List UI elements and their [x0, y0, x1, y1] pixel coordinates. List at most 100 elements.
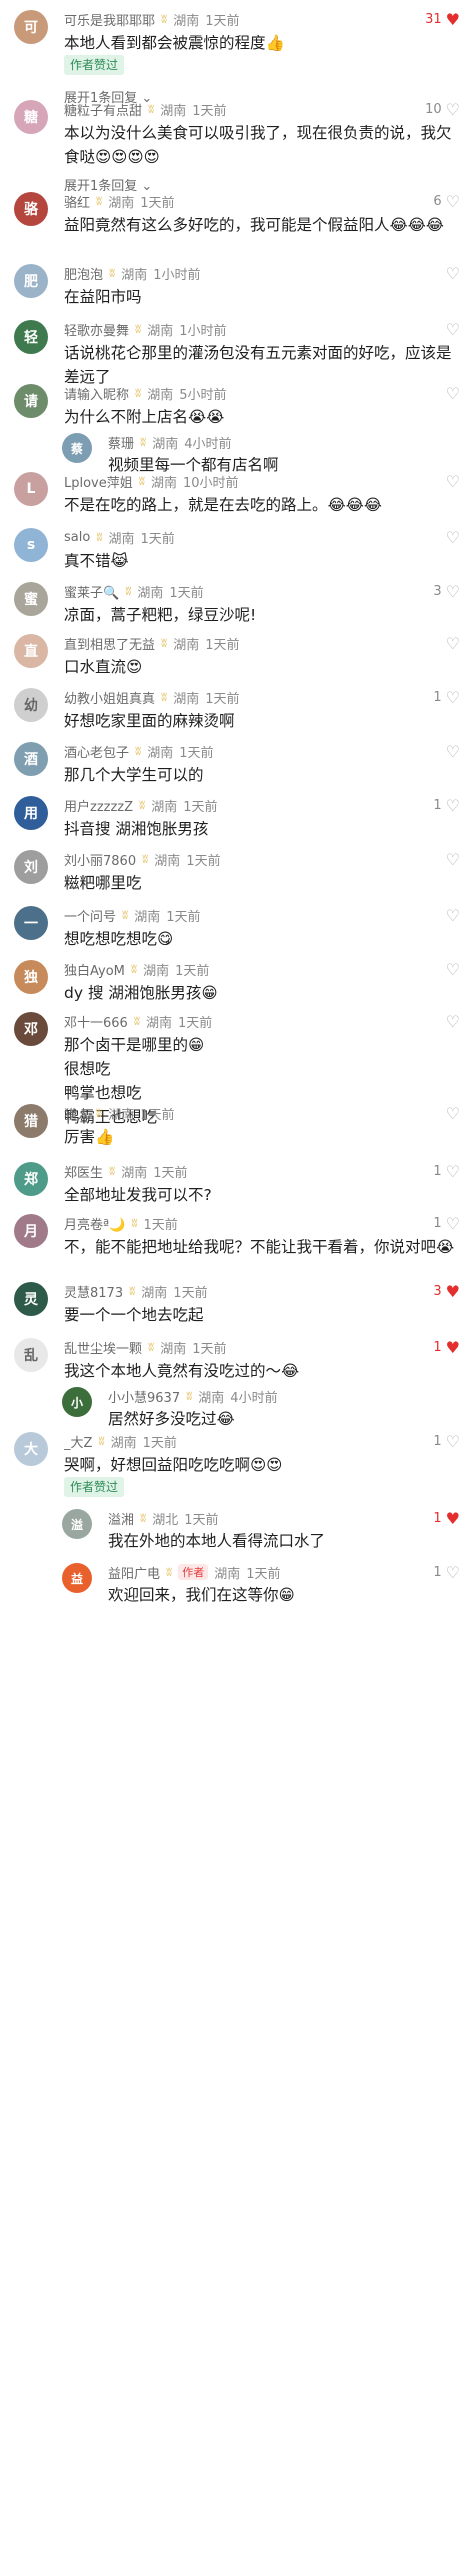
username[interactable]: 糖粒子有点甜	[64, 100, 142, 119]
avatar[interactable]: 大	[14, 1432, 48, 1466]
username[interactable]: 骆红	[64, 192, 90, 211]
heart-icon: ♥	[445, 10, 460, 29]
avatar[interactable]: 独	[14, 960, 48, 994]
avatar[interactable]: 一	[14, 906, 48, 940]
username[interactable]: 直到相思了无益	[64, 634, 155, 653]
like-button[interactable]: ♡	[442, 906, 460, 925]
avatar[interactable]: 郑	[14, 1162, 48, 1196]
like-button[interactable]: 3 ♡	[433, 582, 460, 601]
avatar[interactable]: 刘	[14, 850, 48, 884]
username[interactable]: _大Z	[64, 1432, 92, 1451]
like-button[interactable]: 1 ♡	[433, 688, 460, 707]
avatar[interactable]: 月	[14, 1214, 48, 1248]
avatar[interactable]: 邓	[14, 1012, 48, 1046]
like-button[interactable]: 1 ♡	[433, 1563, 460, 1582]
username[interactable]: Lplove萍姐	[64, 472, 133, 491]
location: 湖南	[147, 323, 174, 339]
username[interactable]: 溢湘	[108, 1509, 134, 1528]
username[interactable]: 乱世尘埃一颗	[64, 1338, 142, 1357]
comment-meta: salo ʬ 湖南 1天前	[64, 526, 408, 548]
avatar[interactable]: 请	[14, 384, 48, 418]
avatar[interactable]: 乱	[14, 1338, 48, 1372]
username[interactable]: 小小慧9637	[108, 1387, 180, 1406]
username[interactable]: 可乐是我耶耶耶	[64, 10, 155, 29]
like-count: 1	[433, 1164, 442, 1179]
heart-icon: ♡	[445, 264, 460, 283]
avatar[interactable]: 蜜	[14, 582, 48, 616]
like-button[interactable]: ♡	[442, 634, 460, 653]
username[interactable]: 猎人	[64, 1104, 90, 1123]
avatar[interactable]: 骆	[14, 192, 48, 226]
username[interactable]: 刘小丽7860	[64, 850, 136, 869]
avatar[interactable]: 酒	[14, 742, 48, 776]
like-button[interactable]: ♡	[442, 960, 460, 979]
like-button[interactable]: 1 ♥	[433, 1338, 460, 1357]
avatar[interactable]: 猎	[14, 1104, 48, 1138]
username[interactable]: salo	[64, 530, 90, 545]
like-button[interactable]: ♡	[442, 384, 460, 403]
username[interactable]: 独白AyoM	[64, 960, 125, 979]
avatar[interactable]: 蔡	[62, 433, 92, 463]
avatar[interactable]: 益	[62, 1563, 92, 1593]
username[interactable]: 月亮卷ª🌙	[64, 1214, 125, 1233]
avatar[interactable]: s	[14, 528, 48, 562]
like-button[interactable]: 3 ♥	[433, 1282, 460, 1301]
comment-item: 骆骆红 ʬ 湖南 1天前 6 ♡ 益阳竟然有这么多好吃的，我可能是个假益阳人😂😂😂	[0, 190, 474, 234]
comment-text: 本地人看到都会被震惊的程度👍	[64, 34, 285, 52]
username[interactable]: 灵慧8173	[64, 1282, 123, 1301]
username[interactable]: 用户zzzzzZ	[64, 796, 133, 815]
username[interactable]: 轻歌亦曼舞	[64, 320, 129, 339]
like-button[interactable]: ♡	[442, 320, 460, 339]
like-button[interactable]: 1 ♥	[433, 1509, 460, 1528]
like-button[interactable]: 6 ♡	[433, 192, 460, 211]
like-button[interactable]: ♡	[442, 1012, 460, 1031]
comment-meta: 溢湘 ʬ 湖北 1天前	[108, 1507, 408, 1529]
username[interactable]: 幼教小姐姐真真	[64, 688, 155, 707]
username[interactable]: 郑医生	[64, 1162, 103, 1181]
comment-meta: 一个问号 ʬ 湖南 1天前	[64, 904, 408, 926]
like-button[interactable]: 1 ♡	[433, 1432, 460, 1451]
location: 湖南	[154, 853, 181, 869]
avatar[interactable]: 肥	[14, 264, 48, 298]
timestamp: 1小时前	[179, 323, 227, 339]
like-button[interactable]: ♡	[442, 472, 460, 491]
username[interactable]: 酒心老包子	[64, 742, 129, 761]
username[interactable]: 邓十一666	[64, 1012, 128, 1031]
location: 湖南	[173, 691, 200, 707]
comment-meta: 可乐是我耶耶耶 ʬ 湖南 1天前	[64, 8, 408, 30]
username[interactable]: 蔡珊	[108, 433, 134, 452]
timestamp: 4小时前	[230, 1390, 278, 1406]
like-button[interactable]: 31 ♥	[425, 10, 460, 29]
avatar[interactable]: L	[14, 472, 48, 506]
avatar[interactable]: 可	[14, 10, 48, 44]
like-button[interactable]: 1 ♡	[433, 1214, 460, 1233]
avatar[interactable]: 幼	[14, 688, 48, 722]
avatar[interactable]: 直	[14, 634, 48, 668]
avatar[interactable]: 轻	[14, 320, 48, 354]
avatar[interactable]: 溢	[62, 1509, 92, 1539]
like-button[interactable]: ♡	[442, 264, 460, 283]
username[interactable]: 一个问号	[64, 906, 116, 925]
like-button[interactable]: 1 ♡	[433, 1162, 460, 1181]
comment-text: 糍粑哪里吃	[64, 874, 142, 892]
username[interactable]: 蜜莱子🔍	[64, 582, 119, 601]
username[interactable]: 肥泡泡	[64, 264, 103, 283]
like-button[interactable]: 1 ♡	[433, 796, 460, 815]
like-button[interactable]: ♡	[442, 1104, 460, 1123]
like-button[interactable]: ♡	[442, 742, 460, 761]
like-button[interactable]: ♡	[442, 528, 460, 547]
heart-icon: ♡	[445, 906, 460, 925]
location: 湖南	[152, 436, 179, 452]
avatar[interactable]: 用	[14, 796, 48, 830]
username[interactable]: 益阳广电	[108, 1563, 160, 1582]
avatar[interactable]: 糖	[14, 100, 48, 134]
avatar[interactable]: 小	[62, 1387, 92, 1417]
username[interactable]: 请输入昵称	[64, 384, 129, 403]
avatar-initial: 幼	[24, 698, 38, 714]
heart-icon: ♡	[445, 1432, 460, 1451]
comment-item: 乱乱世尘埃一颗 ʬ 湖南 1天前 1 ♥ 我这个本地人竟然有没吃过的～😂 小小小慧9637 ʬ 湖…	[0, 1336, 474, 1428]
avatar[interactable]: 灵	[14, 1282, 48, 1316]
like-button[interactable]: 10 ♡	[425, 100, 460, 119]
location: 湖南	[151, 799, 178, 815]
like-button[interactable]: ♡	[442, 850, 460, 869]
